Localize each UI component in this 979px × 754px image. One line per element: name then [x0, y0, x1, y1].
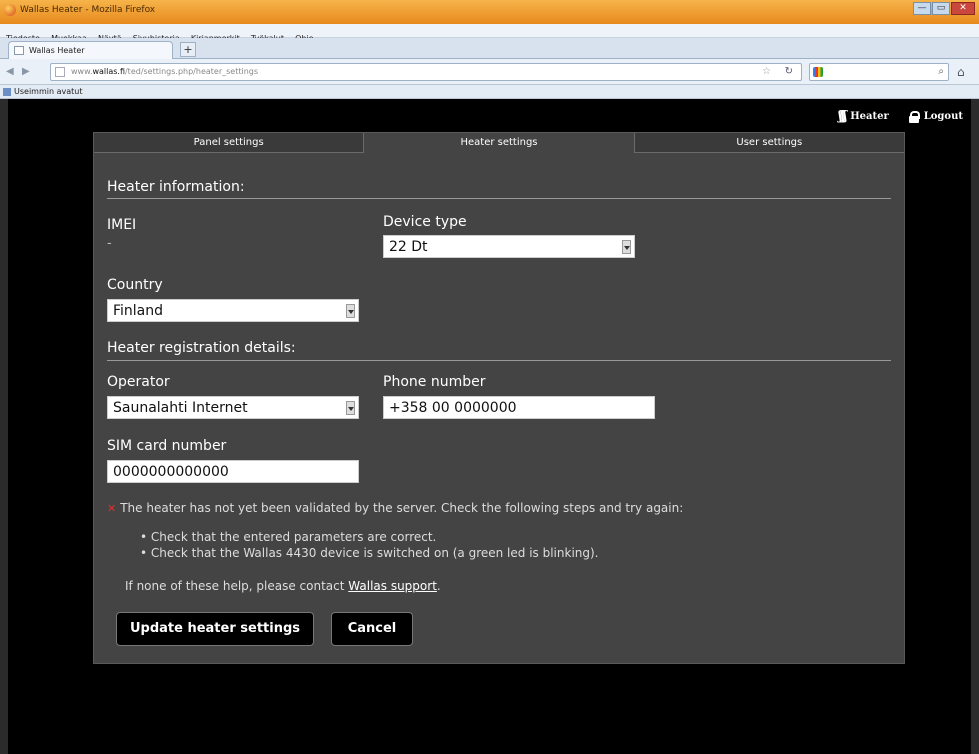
heater-icon: ʃʃʃ	[838, 109, 847, 124]
bookmarks-toolbar: Useimmin avatut	[0, 85, 979, 99]
section-divider	[107, 198, 891, 199]
step-text: Check that the Wallas 4430 device is swi…	[150, 546, 599, 560]
search-box[interactable]: ⌕	[809, 63, 949, 81]
device-type-label: Device type	[383, 214, 467, 230]
logout-link-label: Logout	[923, 111, 963, 122]
top-navigation: ʃʃʃ Heater Logout	[838, 109, 963, 124]
heater-link-label: Heater	[850, 111, 889, 122]
browser-tab-title: Wallas Heater	[29, 46, 85, 55]
help-prefix: If none of these help, please contact	[125, 579, 349, 593]
bookmark-folder-icon	[3, 88, 11, 96]
phone-number-value: +358 00 0000000	[389, 400, 517, 416]
device-type-value: 22 Dt	[389, 239, 428, 255]
country-value: Finland	[113, 303, 164, 319]
validation-error: ✕ The heater has not yet been validated b…	[107, 501, 683, 515]
imei-value: -	[107, 236, 112, 251]
window-title: Wallas Heater - Mozilla Firefox	[20, 5, 156, 15]
reload-icon[interactable]: ↻	[785, 66, 793, 77]
site-identity-icon[interactable]	[55, 67, 65, 77]
operator-label: Operator	[107, 374, 170, 390]
browser-tab-strip: Wallas Heater +	[0, 38, 979, 59]
window-controls: — ▭ ✕	[913, 2, 975, 15]
url-bar[interactable]: www.wallas.fi/ted/settings.php/heater_se…	[50, 63, 802, 81]
registration-details-heading: Heater registration details:	[107, 340, 296, 356]
browser-tab[interactable]: Wallas Heater	[8, 41, 173, 59]
country-select[interactable]: Finland	[107, 299, 359, 322]
navigation-bar: ◀ ▶ www.wallas.fi/ted/settings.php/heate…	[0, 59, 979, 85]
phone-number-input[interactable]: +358 00 0000000	[383, 396, 655, 419]
operator-select[interactable]: Saunalahti Internet	[107, 396, 359, 419]
operator-value: Saunalahti Internet	[113, 400, 248, 416]
validation-error-text: The heater has not yet been validated by…	[120, 501, 684, 515]
tab-user-settings[interactable]: User settings	[634, 133, 904, 153]
close-window-button[interactable]: ✕	[951, 2, 975, 15]
url-text: www.wallas.fi/ted/settings.php/heater_se…	[71, 67, 259, 76]
wallas-support-link[interactable]: Wallas support	[348, 579, 437, 593]
lock-icon	[908, 110, 920, 123]
phone-number-label: Phone number	[383, 374, 486, 390]
section-divider	[107, 360, 891, 361]
imei-label: IMEI	[107, 217, 137, 233]
search-icon[interactable]: ⌕	[938, 66, 944, 77]
sim-card-label: SIM card number	[107, 438, 227, 454]
country-label: Country	[107, 277, 163, 293]
menu-bar: Tiedosto Muokkaa Näytä Sivuhistoria Kirj…	[0, 24, 979, 43]
window-titlebar: Wallas Heater - Mozilla Firefox — ▭ ✕	[0, 0, 979, 24]
list-item: • Check that the Wallas 4430 device is s…	[140, 546, 599, 560]
settings-panel: Panel settings Heater settings User sett…	[93, 132, 905, 664]
update-heater-settings-button[interactable]: Update heater settings	[116, 612, 314, 646]
chevron-down-icon	[622, 240, 631, 254]
chevron-down-icon	[346, 401, 355, 415]
back-icon[interactable]: ◀	[6, 66, 14, 77]
device-type-select[interactable]: 22 Dt	[383, 235, 635, 258]
bookmark-most-visited[interactable]: Useimmin avatut	[14, 87, 82, 96]
heater-information-heading: Heater information:	[107, 179, 245, 195]
google-icon	[813, 67, 823, 77]
heater-link[interactable]: ʃʃʃ Heater	[838, 109, 888, 124]
firefox-icon	[4, 4, 16, 16]
sim-card-input[interactable]: 0000000000000	[107, 460, 359, 483]
tab-heater-settings[interactable]: Heater settings	[364, 133, 635, 153]
sim-card-value: 0000000000000	[113, 464, 229, 480]
help-text: If none of these help, please contact Wa…	[125, 579, 441, 593]
chevron-down-icon	[346, 304, 355, 318]
help-suffix: .	[436, 579, 441, 593]
error-x-icon: ✕	[107, 502, 117, 515]
tab-panel-settings[interactable]: Panel settings	[94, 133, 365, 153]
minimize-button[interactable]: —	[913, 2, 931, 15]
new-tab-button[interactable]: +	[180, 42, 196, 57]
settings-tabs: Panel settings Heater settings User sett…	[94, 133, 904, 153]
maximize-button[interactable]: ▭	[932, 2, 950, 15]
home-icon[interactable]: ⌂	[957, 65, 965, 79]
cancel-button[interactable]: Cancel	[331, 612, 413, 646]
page-icon	[14, 46, 24, 55]
step-text: Check that the entered parameters are co…	[150, 530, 437, 544]
list-item: • Check that the entered parameters are …	[140, 530, 437, 544]
bookmark-star-icon[interactable]: ☆	[762, 66, 771, 77]
logout-link[interactable]: Logout	[908, 110, 963, 123]
forward-icon[interactable]: ▶	[22, 66, 30, 77]
page-content: ʃʃʃ Heater Logout Panel settings Heater …	[8, 99, 971, 754]
